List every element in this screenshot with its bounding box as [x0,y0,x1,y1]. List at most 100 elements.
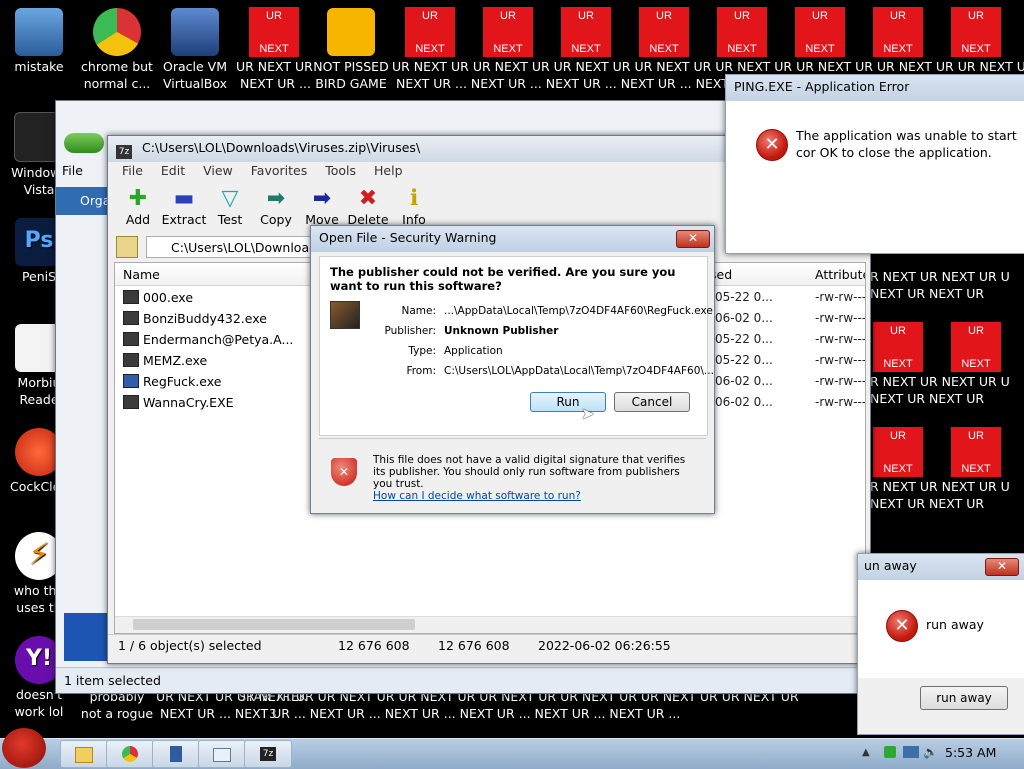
file-date: 06-02 0... [715,311,773,325]
ur-next-tile[interactable]: UR NEXT [951,7,1001,57]
menu-favorites[interactable]: Favorites [251,163,307,178]
ur-next-tile[interactable]: UR NEXT [483,7,533,57]
close-icon[interactable]: ✕ [985,558,1019,576]
file-row[interactable]: MEMZ.exe [123,350,207,371]
ping-error-title[interactable]: PING.EXE - Application Error [726,75,1024,101]
desktop-icon-chrome[interactable]: chrome but normal c... [78,8,156,92]
volume-icon[interactable]: 🔈 [923,745,938,759]
taskbar-explorer[interactable] [60,740,108,768]
add-button[interactable]: ✚ Add [114,186,162,227]
file-row[interactable]: Endermanch@Petya.A... [123,329,293,350]
ur-next-tile[interactable]: UR NEXT [951,322,1001,372]
run-button[interactable]: Run [530,392,606,412]
ur-next-tile[interactable]: UR NEXT [873,322,923,372]
menu-tools[interactable]: Tools [325,163,356,178]
file-row[interactable]: 000.exe [123,287,193,308]
desktop-icon-bird-game[interactable]: NOT PISSED BIRD GAME [312,8,390,92]
ur-caption-line: NEXT UR ... [240,76,311,91]
security-question: The publisher could not be verified. Are… [330,265,676,293]
close-icon[interactable]: ✕ [676,230,710,248]
column-attributes[interactable]: Attribute [815,267,865,282]
sevenzip-title: C:\Users\LOL\Downloads\Viruses.zip\Virus… [141,140,421,155]
taskbar-chrome[interactable] [106,740,154,768]
move-button[interactable]: ➡ Move [298,186,346,227]
column-name[interactable]: Name [123,267,160,282]
ur-caption-right: NEXT UR NEXT UR [870,286,985,301]
delete-button[interactable]: ✖ Delete [344,186,392,227]
ur-next-tile[interactable]: UR NEXT [873,427,923,477]
menu-file[interactable]: File [122,163,143,178]
runaway-button[interactable]: run away [920,686,1008,710]
start-button-angry-bird-icon[interactable] [2,728,46,768]
type-value: Application [444,345,503,357]
ping-error-dialog[interactable]: PING.EXE - Application Error ✕ The appli… [725,74,1024,254]
security-warning-dialog[interactable]: Open File - Security Warning ✕ The publi… [310,225,715,514]
clock[interactable]: 5:53 AM [945,745,996,760]
explorer-menu-file[interactable]: File [62,163,83,178]
extract-icon: ▬ [173,186,195,211]
ur-next-tile[interactable]: UR NEXT [249,7,299,57]
runaway-dialog[interactable]: un away ✕ ✕ run away run away [857,553,1024,735]
application-icon [330,301,360,329]
sevenzip-app-icon: 7z [116,145,132,159]
file-row-selected[interactable]: RegFuck.exe [123,371,221,392]
scrollbar-thumb[interactable] [133,619,415,630]
virtualbox-icon [171,8,219,56]
ur-next-tile[interactable]: UR NEXT [405,7,455,57]
monitor-icon[interactable] [903,746,919,758]
ur-next-tile[interactable]: UR NEXT [951,427,1001,477]
status-packed: 12 676 608 [438,638,510,653]
taskbar-7zip[interactable]: 7z [244,740,292,768]
folder-icon [75,747,93,763]
runaway-titlebar[interactable]: un away ✕ [858,554,1024,580]
test-button[interactable]: ▽ Test [206,186,254,227]
delete-icon: ✖ [358,186,378,211]
status-selected: 1 / 6 object(s) selected [118,638,262,653]
taskbar-window[interactable] [198,740,246,768]
exe-file-icon [123,395,139,409]
explorer-status: 1 item selected [56,667,870,693]
ur-caption-row: UR NEXT UR UR NEXT UR UR NEXT UR UR NEXT… [392,59,1024,74]
menu-view[interactable]: View [203,163,233,178]
help-link[interactable]: How can I decide what software to run? [373,490,693,502]
ur-next-tile[interactable]: UR NEXT [873,7,923,57]
ur-next-tile[interactable]: UR NEXT [717,7,767,57]
security-titlebar[interactable]: Open File - Security Warning ✕ [311,226,714,252]
ur-caption-right: NEXT UR NEXT UR [870,496,985,511]
horizontal-scrollbar[interactable] [115,616,865,633]
file-date: 06-02 0... [715,395,773,409]
tray-expand-icon[interactable]: ▲ [862,747,870,758]
ur-caption-right: NEXT UR NEXT UR [870,391,985,406]
sevenzip-toolbar: ✚ Add ▬ Extract ▽ Test ➡ Copy ➡ Move ✖ Delete … [114,186,534,228]
file-date: 05-22 0... [715,353,773,367]
ur-next-tile[interactable]: UR NEXT [795,7,845,57]
desktop-icon-mistake[interactable]: mistake [0,8,78,75]
desktop-icon-virtualbox[interactable]: Oracle VM VirtualBox [156,8,234,92]
ur-caption-right: R NEXT UR NEXT UR U [870,269,1010,284]
ur-caption-right: R NEXT UR NEXT UR U [870,374,1010,389]
sevenzip-menubar: File Edit View Favorites Tools Help [122,163,417,178]
info-button[interactable]: ℹ Info [390,186,438,227]
security-fields: Name: ...\AppData\Local\Temp\7zO4DF4AF60\… [384,305,714,377]
file-row[interactable]: BonziBuddy432.exe [123,308,267,329]
file-date: 05-22 0... [715,290,773,304]
file-attr: -rw-rw--- [815,290,866,304]
extract-button[interactable]: ▬ Extract [160,186,208,227]
ping-error-message: The application was unable to start cor … [796,128,1017,160]
warning-text: This file does not have a valid digital … [373,454,693,502]
ur-next-tile[interactable]: UR NEXT [561,7,611,57]
from-value: C:\Users\LOL\AppData\Local\Temp\7zO4DF4A… [444,365,714,377]
up-folder-icon[interactable] [116,236,138,258]
menu-edit[interactable]: Edit [161,163,185,178]
menu-help[interactable]: Help [374,163,403,178]
back-forward-icon[interactable] [64,133,104,153]
file-row[interactable]: WannaCry.EXE [123,392,234,413]
info-icon: ℹ [409,186,419,211]
mouse-cursor-icon: ➤ [581,404,595,423]
runaway-message: run away [926,617,984,632]
cancel-button[interactable]: Cancel [614,392,690,412]
copy-button[interactable]: ➡ Copy [252,186,300,227]
network-icon[interactable] [884,746,896,758]
ur-next-tile[interactable]: UR NEXT [639,7,689,57]
taskbar-app[interactable] [152,740,200,768]
